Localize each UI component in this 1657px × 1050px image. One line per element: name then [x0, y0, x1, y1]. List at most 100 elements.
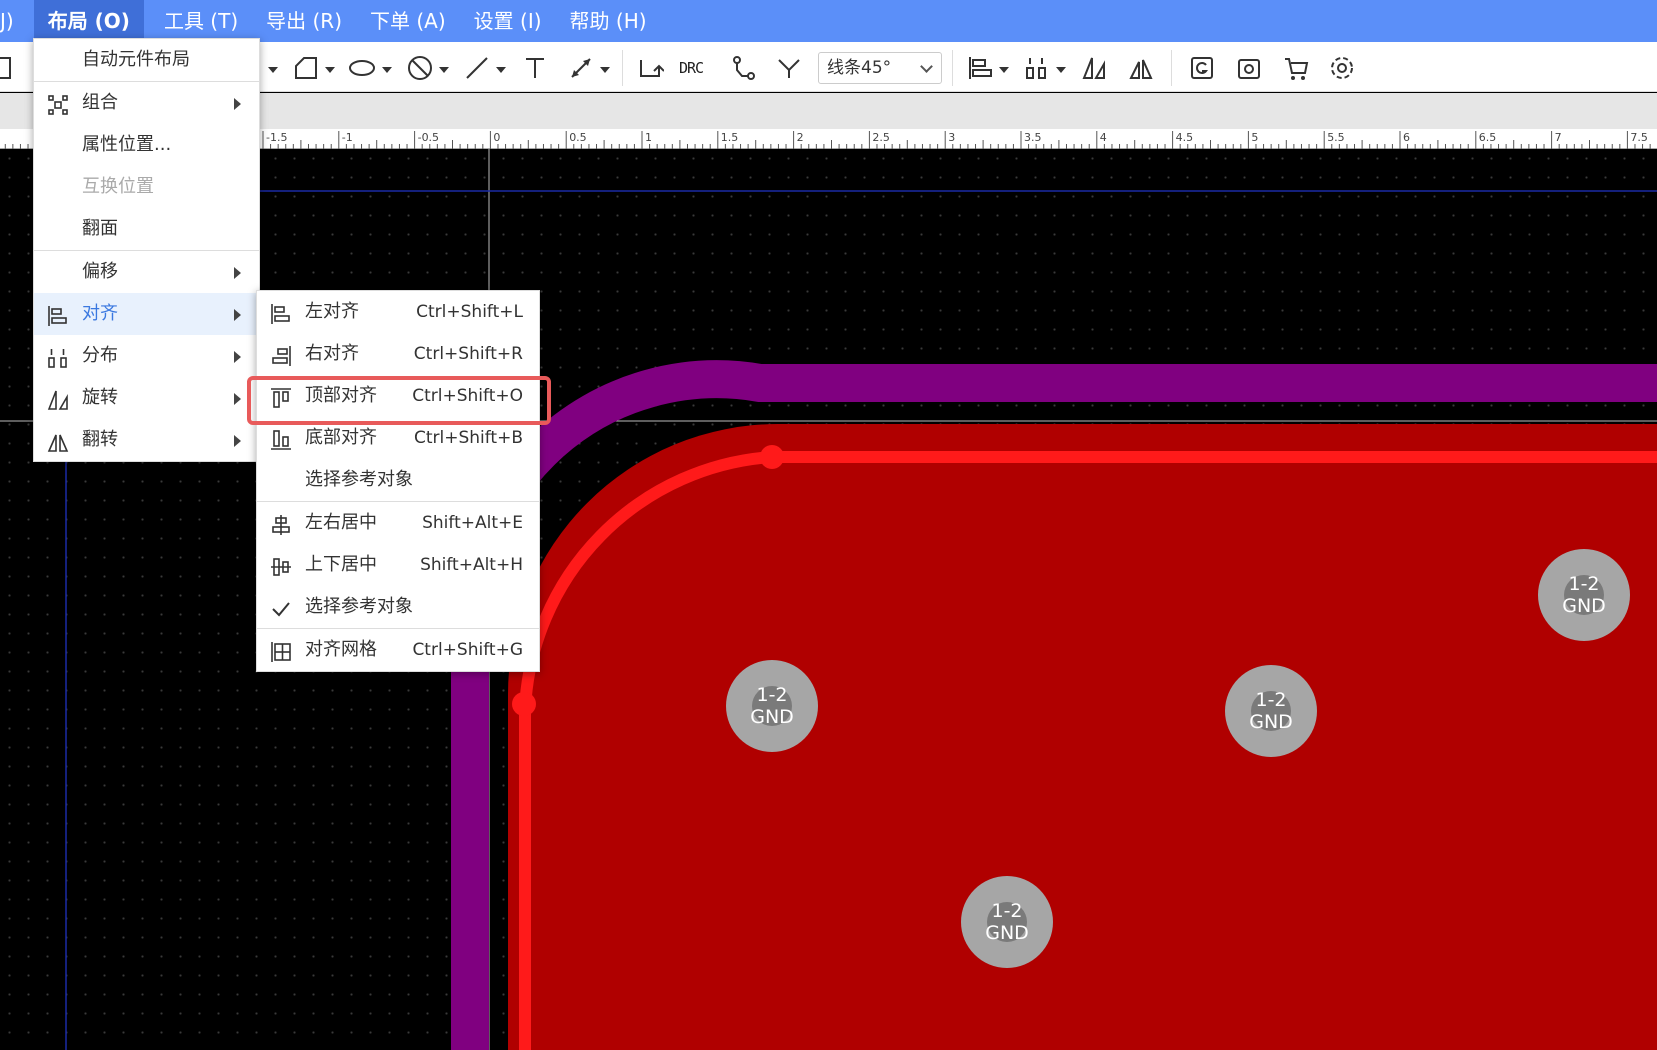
align-center-v-icon: [269, 553, 293, 577]
polygon-caret-icon[interactable]: [325, 67, 335, 73]
menu-item-auto-layout[interactable]: 自动元件布局: [34, 39, 259, 81]
ruler-tick-label: 6.5: [1479, 131, 1497, 144]
line-tool-icon[interactable]: [463, 54, 491, 82]
menu-item-label: 属性位置...: [82, 134, 172, 155]
ruler-tick-label: -1: [342, 131, 353, 144]
flip-tool-icon[interactable]: [1127, 54, 1155, 82]
pad-number: 1-2: [1255, 689, 1286, 711]
chevron-down-icon: [920, 60, 933, 73]
align-submenu: 左对齐 Ctrl+Shift+L 右对齐 Ctrl+Shift+R 顶部对齐 C…: [256, 290, 540, 672]
pad-net: GND: [985, 922, 1029, 944]
menu-item-flip[interactable]: 翻转: [34, 419, 259, 461]
line-caret-icon[interactable]: [496, 67, 506, 73]
pad-net: GND: [750, 706, 794, 728]
menu-item-rotate[interactable]: 旋转: [34, 377, 259, 419]
align-left-icon: [269, 300, 293, 324]
pad-net: GND: [1249, 711, 1293, 733]
ruler-tick-label: 2.5: [872, 131, 890, 144]
align-right-icon: [269, 342, 293, 366]
menu-item-align-grid[interactable]: 对齐网格 Ctrl+Shift+G: [257, 629, 539, 671]
menu-item-select-reference-checked[interactable]: 选择参考对象: [257, 586, 539, 628]
menu-item-align-right[interactable]: 右对齐 Ctrl+Shift+R: [257, 333, 539, 375]
pad-number: 1-2: [756, 684, 787, 706]
trace-tool-icon[interactable]: [730, 54, 758, 82]
menu-item-align[interactable]: 对齐: [34, 293, 259, 335]
dimension-tool-icon[interactable]: [567, 54, 595, 82]
menu-order[interactable]: 下单 (A): [356, 0, 460, 42]
ellipse-caret-icon[interactable]: [382, 67, 392, 73]
distribute-caret-icon[interactable]: [1056, 67, 1066, 73]
menu-item-label: 左对齐: [305, 301, 359, 322]
pad: 1-2 GND: [1225, 665, 1317, 757]
menubar: J) 布局 (O) 工具 (T) 导出 (R) 下单 (A) 设置 (I) 帮助…: [0, 0, 1657, 42]
drc-label: DRC: [679, 59, 704, 77]
align-bottom-icon: [269, 426, 293, 450]
menu-item-offset[interactable]: 偏移: [34, 251, 259, 293]
gear-icon[interactable]: [1328, 54, 1356, 82]
branch-tool-icon[interactable]: [775, 54, 803, 82]
menu-item-label: 选择参考对象: [305, 469, 413, 490]
menu-settings[interactable]: 设置 (I): [460, 0, 556, 42]
no-entry-caret-icon[interactable]: [439, 67, 449, 73]
drc-icon[interactable]: DRC: [679, 54, 713, 82]
distribute-tool-icon[interactable]: [1023, 54, 1051, 82]
align-left-tool-icon[interactable]: [966, 54, 994, 82]
layout-menu: 自动元件布局 组合 属性位置... 互换位置 翻面 偏移 对齐 分布 旋转 翻转: [33, 38, 260, 462]
ruler-tick-label: 0: [493, 131, 500, 144]
align-caret-icon[interactable]: [999, 67, 1009, 73]
menu-item-label: 选择参考对象: [305, 596, 413, 617]
menu-layout[interactable]: 布局 (O): [33, 0, 144, 42]
menu-item-align-left[interactable]: 左对齐 Ctrl+Shift+L: [257, 291, 539, 333]
ruler-tick-label: 1: [645, 131, 652, 144]
line-mode-select[interactable]: 线条45°: [818, 52, 942, 84]
menu-item-group[interactable]: 组合: [34, 82, 259, 124]
ruler-tick-label: 7.5: [1630, 131, 1648, 144]
route-tool-icon[interactable]: [636, 54, 665, 82]
menu-item-label: 底部对齐: [305, 427, 377, 448]
menu-item-property-position[interactable]: 属性位置...: [34, 124, 259, 166]
menu-item-label: 互换位置: [82, 176, 154, 197]
menu-partial[interactable]: J): [0, 0, 28, 42]
toolbar-separator: [952, 50, 953, 86]
ruler-tick-label: 2: [797, 131, 804, 144]
gerber-export-icon[interactable]: [1188, 54, 1216, 82]
menu-item-flip-side[interactable]: 翻面: [34, 208, 259, 250]
menu-item-label: 旋转: [82, 387, 118, 408]
distribute-icon: [46, 344, 70, 368]
menu-item-shortcut: Ctrl+Shift+L: [416, 302, 523, 322]
menu-item-label: 左右居中: [305, 512, 377, 533]
menu-item-select-reference[interactable]: 选择参考对象: [257, 459, 539, 501]
menu-item-center-vertical[interactable]: 上下居中 Shift+Alt+H: [257, 544, 539, 586]
toolbar-separator: [1171, 50, 1172, 86]
menu-item-label: 对齐: [82, 303, 118, 324]
menu-item-label: 右对齐: [305, 343, 359, 364]
menu-item-shortcut: Shift+Alt+H: [420, 555, 523, 575]
no-entry-tool-icon[interactable]: [406, 54, 434, 82]
ellipse-tool-icon[interactable]: [348, 54, 376, 82]
pad-net: GND: [1562, 595, 1606, 617]
text-tool-icon[interactable]: [521, 54, 549, 82]
ruler-tick-label: -1.5: [266, 131, 287, 144]
ruler-tick-label: 4: [1100, 131, 1107, 144]
menu-item-swap-position: 互换位置: [34, 166, 259, 208]
submenu-arrow-icon: [234, 98, 241, 110]
ruler-tick-label: 0.5: [569, 131, 587, 144]
dimension-caret-icon[interactable]: [600, 67, 610, 73]
pad-number: 1-2: [1568, 573, 1599, 595]
pad: 1-2 GND: [726, 660, 818, 752]
cart-order-icon[interactable]: [1282, 54, 1310, 82]
menu-item-center-horizontal[interactable]: 左右居中 Shift+Alt+E: [257, 502, 539, 544]
rotate-tool-icon[interactable]: [1080, 54, 1108, 82]
pick-place-export-icon[interactable]: [1235, 54, 1263, 82]
tool-partial-icon[interactable]: [0, 54, 28, 82]
menu-item-shortcut: Ctrl+Shift+R: [413, 344, 523, 364]
polygon-tool-icon[interactable]: [292, 54, 320, 82]
line-mode-value: 线条45°: [827, 58, 892, 78]
menu-tools[interactable]: 工具 (T): [150, 0, 252, 42]
menu-export[interactable]: 导出 (R): [252, 0, 356, 42]
menu-item-label: 组合: [82, 92, 118, 113]
menu-item-distribute[interactable]: 分布: [34, 335, 259, 377]
tool-caret-icon[interactable]: [268, 67, 278, 73]
menu-help[interactable]: 帮助 (H): [556, 0, 661, 42]
menu-item-label: 翻转: [82, 429, 118, 450]
